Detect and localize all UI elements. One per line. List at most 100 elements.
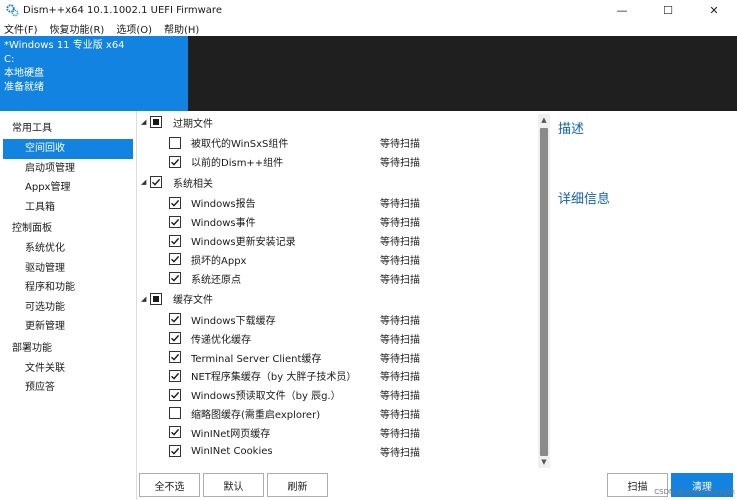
- checkmark-icon: [171, 199, 180, 207]
- scrollbar-thumb[interactable]: [540, 128, 548, 456]
- sidebar-item-answer-file[interactable]: 预应答: [3, 378, 133, 398]
- sidebar-item-startup[interactable]: 启动项管理: [3, 159, 133, 179]
- checkmark-icon: [171, 316, 180, 324]
- item-label: Windows事件: [191, 218, 256, 230]
- sidebar-item-toolbox[interactable]: 工具箱: [3, 198, 133, 218]
- tree-category[interactable]: ◢ 缓存文件: [138, 288, 538, 311]
- checkmark-icon: [171, 275, 180, 282]
- item-status: 等待扫描: [380, 237, 420, 249]
- dism-window: Dism++x64 10.1.1002.1 UEFI Firmware — ☐ …: [0, 0, 737, 500]
- tree-category[interactable]: ◢ 系统相关: [138, 171, 538, 194]
- item-checkbox[interactable]: [169, 253, 181, 266]
- item-checkbox[interactable]: [169, 407, 181, 420]
- category-label: 过期文件: [173, 118, 213, 130]
- sidebar-item-drivers[interactable]: 驱动管理: [3, 259, 133, 279]
- item-label: 系统还原点: [191, 274, 241, 286]
- item-label: WinINet网页缓存: [191, 428, 271, 440]
- item-status: 等待扫描: [380, 158, 420, 170]
- item-checkbox[interactable]: [169, 445, 181, 458]
- item-checkbox[interactable]: [169, 155, 181, 168]
- collapse-triangle-icon[interactable]: ◢: [141, 178, 146, 186]
- tree-item[interactable]: 损坏的Appx 等待扫描: [138, 250, 538, 269]
- item-checkbox[interactable]: [169, 351, 181, 364]
- item-label: Terminal Server Client缓存: [191, 353, 322, 365]
- scroll-down-arrow-icon[interactable]: ▼: [538, 456, 550, 468]
- item-status: 等待扫描: [380, 199, 420, 211]
- tree-item[interactable]: WinINet Cookies 等待扫描: [138, 442, 538, 461]
- item-checkbox[interactable]: [169, 272, 181, 285]
- item-status: 等待扫描: [380, 428, 420, 440]
- item-checkbox[interactable]: [169, 369, 181, 382]
- item-status: 等待扫描: [380, 372, 420, 384]
- collapse-triangle-icon[interactable]: ◢: [141, 118, 146, 126]
- system-status: 准备就绪: [4, 82, 44, 93]
- sidebar-item-optional-features[interactable]: 可选功能: [3, 298, 133, 318]
- item-status: 等待扫描: [380, 334, 420, 346]
- tree-item[interactable]: 系统还原点 等待扫描: [138, 269, 538, 288]
- checkmark-icon: [171, 237, 180, 245]
- sidebar-item-updates[interactable]: 更新管理: [3, 317, 133, 337]
- item-status: 等待扫描: [380, 315, 420, 327]
- sidebar-item-appx[interactable]: Appx管理: [3, 178, 133, 198]
- maximize-button[interactable]: ☐: [645, 0, 691, 20]
- item-label: 被取代的WinSxS组件: [191, 139, 289, 151]
- tree-item[interactable]: 被取代的WinSxS组件 等待扫描: [138, 134, 538, 153]
- watermark-text: CSDN @namelessmyth: [654, 488, 735, 496]
- sidebar-item-space-cleanup[interactable]: 空间回收: [3, 139, 133, 159]
- checkmark-icon: [171, 218, 180, 226]
- tree-item[interactable]: Windows预读取文件（by 辰g.） 等待扫描: [138, 385, 538, 404]
- item-checkbox[interactable]: [169, 313, 181, 326]
- system-tile[interactable]: *Windows 11 专业版 x64 C: 本地硬盘 准备就绪: [0, 36, 188, 111]
- sidebar-item-file-assoc[interactable]: 文件关联: [3, 359, 133, 379]
- sidebar-item-system-optimize[interactable]: 系统优化: [3, 239, 133, 259]
- title-bar[interactable]: Dism++x64 10.1.1002.1 UEFI Firmware — ☐ …: [0, 0, 737, 20]
- tree-item[interactable]: Windows更新安装记录 等待扫描: [138, 231, 538, 250]
- tree-item[interactable]: Windows事件 等待扫描: [138, 212, 538, 231]
- item-checkbox[interactable]: [169, 426, 181, 439]
- item-checkbox[interactable]: [169, 332, 181, 345]
- tree-item[interactable]: 传递优化缓存 等待扫描: [138, 329, 538, 348]
- tree-item[interactable]: NET程序集缓存（by 大胖子技术员） 等待扫描: [138, 366, 538, 385]
- checkmark-icon: [171, 391, 180, 399]
- tree-item[interactable]: 以前的Dism++组件 等待扫描: [138, 152, 538, 171]
- tree-item[interactable]: WinINet网页缓存 等待扫描: [138, 423, 538, 442]
- collapse-triangle-icon[interactable]: ◢: [141, 295, 146, 303]
- item-checkbox[interactable]: [169, 215, 181, 228]
- item-status: 等待扫描: [380, 409, 420, 421]
- sidebar-item-programs[interactable]: 程序和功能: [3, 278, 133, 298]
- tree-item[interactable]: Windows下载缓存 等待扫描: [138, 310, 538, 329]
- deselect-all-button[interactable]: 全不选: [139, 473, 200, 497]
- item-checkbox[interactable]: [169, 388, 181, 401]
- checkmark-icon: [171, 429, 180, 436]
- header-area: *Windows 11 专业版 x64 C: 本地硬盘 准备就绪: [0, 36, 737, 111]
- item-checkbox[interactable]: [169, 234, 181, 247]
- tree-item[interactable]: Terminal Server Client缓存 等待扫描: [138, 348, 538, 367]
- item-label: 以前的Dism++组件: [191, 158, 284, 170]
- category-checkbox[interactable]: [150, 176, 162, 189]
- refresh-button[interactable]: 刷新: [267, 473, 328, 497]
- menu-recovery[interactable]: 恢复功能(R): [50, 21, 105, 36]
- scroll-up-arrow-icon[interactable]: ▲: [538, 114, 550, 126]
- system-name: *Windows 11 专业版 x64: [4, 40, 125, 51]
- item-checkbox[interactable]: [169, 196, 181, 209]
- category-checkbox[interactable]: [150, 116, 162, 129]
- checkmark-icon: [171, 353, 180, 361]
- close-button[interactable]: ✕: [691, 0, 737, 20]
- tree-scrollbar[interactable]: ▲ ▼: [538, 114, 550, 468]
- tree-item[interactable]: 缩略图缓存(需重启explorer) 等待扫描: [138, 404, 538, 423]
- item-label: Windows下载缓存: [191, 315, 276, 327]
- checkmark-icon: [171, 335, 180, 342]
- menu-help[interactable]: 帮助(H): [164, 21, 199, 36]
- tree-item[interactable]: Windows报告 等待扫描: [138, 194, 538, 213]
- category-checkbox[interactable]: [150, 292, 162, 305]
- minimize-button[interactable]: —: [599, 0, 645, 20]
- system-drive: C:: [4, 54, 15, 65]
- menu-options[interactable]: 选项(O): [116, 21, 152, 36]
- tree-category[interactable]: ◢ 过期文件: [138, 111, 538, 134]
- menu-file[interactable]: 文件(F): [4, 21, 38, 36]
- sidebar: 常用工具 空间回收 启动项管理 Appx管理 工具箱 控制面板 系统优化 驱动管…: [0, 111, 137, 500]
- item-checkbox[interactable]: [169, 136, 181, 149]
- item-label: WinINet Cookies: [191, 445, 273, 457]
- default-button[interactable]: 默认: [203, 473, 264, 497]
- cleanup-tree: ◢ 过期文件 被取代的WinSxS组件 等待扫描 以前的Dism++组件 等待扫…: [138, 111, 538, 468]
